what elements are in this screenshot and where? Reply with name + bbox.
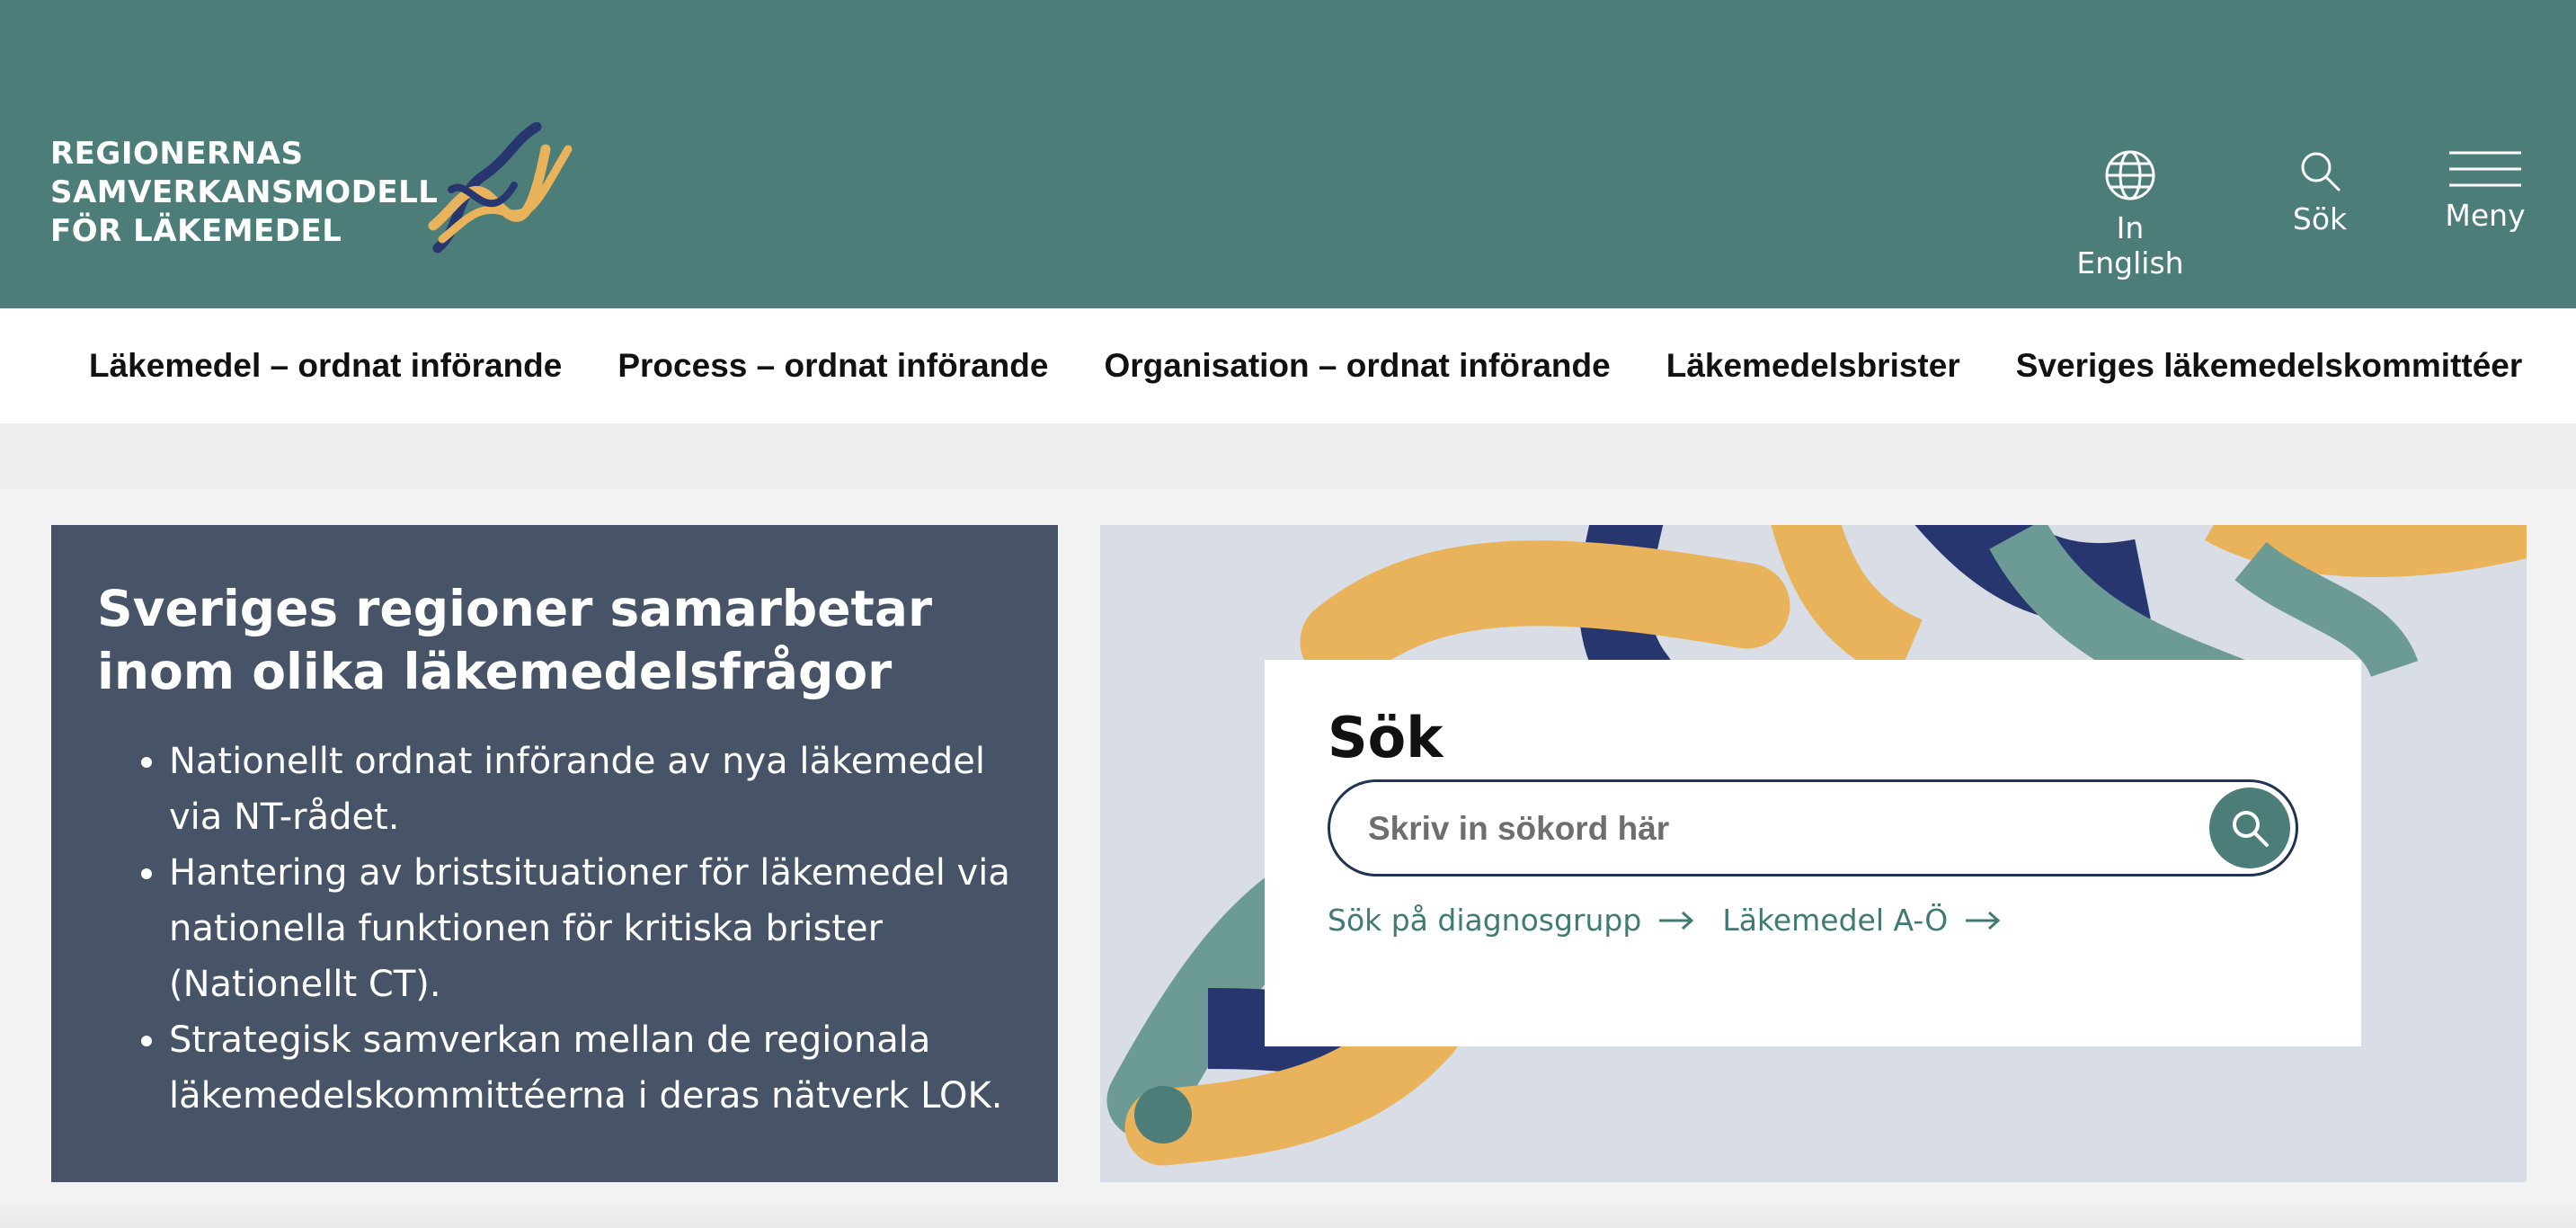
nav-item-lakemedel-ordnat-inforande[interactable]: Läkemedel – ordnat införande	[89, 347, 562, 385]
helix-logo-icon	[428, 122, 573, 254]
page-bottom-edge	[0, 1201, 2576, 1228]
globe-icon	[2105, 150, 2155, 200]
search-box	[1328, 779, 2298, 877]
intro-list: Nationellt ordnat införande av nya läkem…	[97, 734, 1013, 1124]
hamburger-icon	[2449, 151, 2521, 187]
search-icon	[2301, 152, 2341, 191]
nav-item-lakemedelsbrister[interactable]: Läkemedelsbrister	[1666, 347, 1960, 385]
intro-panel: Sveriges regioner samarbetar inom olika …	[51, 525, 1058, 1182]
nav-item-sveriges-lakemedelskommitteer[interactable]: Sveriges läkemedelskommittéer	[2016, 347, 2523, 385]
intro-bullet: Strategisk samverkan mellan de regionala…	[169, 1012, 1013, 1124]
menu-button[interactable]: Meny	[2440, 149, 2530, 233]
language-label: In English	[2076, 210, 2184, 280]
site-logo[interactable]: REGIONERNAS SAMVERKANSMODELL FÖR LÄKEMED…	[50, 122, 573, 257]
main-navigation: Läkemedel – ordnat införande Process – o…	[0, 308, 2576, 423]
site-header: REGIONERNAS SAMVERKANSMODELL FÖR LÄKEMED…	[0, 0, 2576, 308]
arrow-right-icon	[1659, 911, 1694, 930]
drugs-a-to-z-link[interactable]: Läkemedel A-Ö	[1722, 903, 2002, 938]
nav-item-organisation-ordnat-inforande[interactable]: Organisation – ordnat införande	[1104, 347, 1610, 385]
menu-label: Meny	[2445, 198, 2526, 233]
search-input[interactable]	[1366, 800, 2179, 858]
search-submit-button[interactable]	[2209, 788, 2290, 868]
nav-item-process-ordnat-inforande[interactable]: Process – ordnat införande	[617, 347, 1048, 385]
diagnosis-group-link-label: Sök på diagnosgrupp	[1328, 903, 1642, 938]
diagnosis-group-link[interactable]: Sök på diagnosgrupp	[1328, 903, 1695, 938]
search-title: Sök	[1328, 705, 1443, 770]
intro-bullet: Hantering av bristsituationer för läkeme…	[169, 845, 1013, 1012]
header-search-label: Sök	[2292, 201, 2348, 236]
search-card: Sök Sök på diagnosgrupp Läkemedel A-Ö	[1265, 660, 2361, 1046]
header-search-button[interactable]: Sök	[2281, 149, 2358, 236]
language-button[interactable]: In English	[2067, 149, 2193, 280]
intro-bullet: Nationellt ordnat införande av nya läkem…	[169, 734, 1013, 845]
search-icon	[2233, 811, 2269, 847]
drugs-a-to-z-link-label: Läkemedel A-Ö	[1722, 903, 1949, 938]
breadcrumb-band	[0, 423, 2576, 488]
arrow-right-icon	[1966, 911, 2001, 930]
intro-title: Sveriges regioner samarbetar inom olika …	[97, 580, 933, 700]
search-links: Sök på diagnosgrupp Läkemedel A-Ö	[1328, 903, 2029, 938]
